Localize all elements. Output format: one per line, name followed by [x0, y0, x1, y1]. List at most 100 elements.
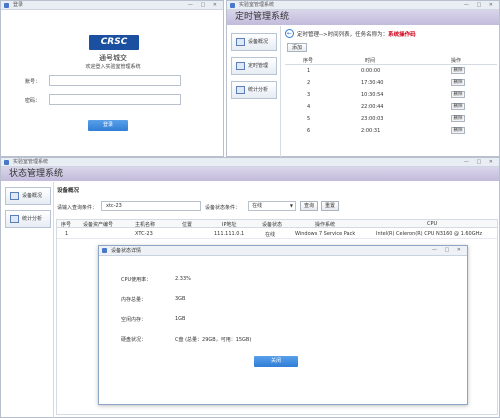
state-label: 设备状态条件：: [205, 205, 241, 211]
breadcrumb: 定时管理-->时间列表，任务名称为：系统操作码: [297, 30, 416, 38]
sidebar-divider: [53, 182, 54, 418]
add-button[interactable]: 添加: [287, 43, 307, 52]
col-host: 主机名称: [135, 222, 156, 228]
delete-button[interactable]: 删除: [451, 115, 465, 122]
query-input[interactable]: xtc-23: [101, 201, 201, 211]
nav-label: 统计分析: [248, 87, 269, 93]
state-select-value: 在线: [252, 203, 263, 209]
login-window-title: 登录: [13, 2, 24, 8]
timer-titlebar: 实验室管理系统 — □ ✕: [227, 1, 499, 10]
dialog-title: 设备状态详情: [111, 248, 142, 254]
table-row: 6 2:00:31 删除: [285, 125, 497, 137]
delete-button[interactable]: 删除: [451, 91, 465, 98]
cell-seq: 6: [307, 128, 311, 134]
cell-time: 22:00:44: [361, 104, 384, 110]
nav-label: 定时管理: [248, 63, 269, 69]
cell-seq: 1: [65, 231, 69, 237]
mem-value: 3GB: [175, 296, 186, 302]
chevron-down-icon: ▼: [289, 203, 293, 208]
query-button[interactable]: 查询: [300, 201, 318, 211]
delete-button[interactable]: 删除: [451, 127, 465, 134]
back-arrow-icon[interactable]: ←: [285, 29, 294, 38]
nav-device-overview[interactable]: 设备概况: [5, 187, 51, 205]
close-button[interactable]: 关闭: [254, 356, 298, 367]
window-controls[interactable]: — □ ✕: [188, 1, 220, 10]
task-name: 系统操作码: [388, 32, 416, 38]
col-seq: 序号: [303, 58, 314, 64]
mem-label: 内存总量：: [121, 297, 147, 303]
cell-seq: 2: [307, 80, 311, 86]
status-window: 实验室管理系统 — □ ✕ 状态管理系统 设备概况 统计分析 设备概况 请输入查…: [0, 157, 500, 418]
device-status-dialog: 设备状态详情 — □ ✕ CPU使用率： 2.33% 内存总量： 3GB 空闲内…: [98, 245, 468, 405]
login-window: 登录 — □ ✕ CRSC 通号城交 欢迎登入实验室管理系统 账号： 密码： 登…: [0, 0, 224, 157]
cell-cpu: Intel(R) Celeron(R) CPU N3160 @ 1.60GHz: [376, 231, 482, 237]
col-state: 设备状态: [262, 222, 283, 228]
section-title: 设备概况: [57, 188, 80, 194]
table-row: 2 17:30:40 删除: [285, 77, 497, 89]
nav-stats[interactable]: 统计分析: [5, 210, 51, 228]
delete-button[interactable]: 删除: [451, 79, 465, 86]
cell-time: 17:30:40: [361, 80, 384, 86]
state-select[interactable]: 在线 ▼: [248, 201, 296, 211]
welcome-text: 欢迎登入实验室管理系统: [85, 64, 141, 70]
table-row: 5 23:00:03 删除: [285, 113, 497, 125]
sidebar-divider: [280, 26, 281, 157]
window-controls[interactable]: — □ ✕: [464, 158, 496, 167]
cell-ip: 111.111.0.1: [214, 231, 245, 237]
password-label: 密码：: [25, 98, 41, 104]
status-titlebar: 实验室管理系统 — □ ✕: [1, 158, 499, 167]
col-op: 操作: [451, 58, 462, 64]
nav-timer-manage[interactable]: 定时管理: [231, 57, 277, 75]
cell-time: 0:00:00: [361, 68, 381, 74]
monitor-icon: [10, 192, 19, 200]
nav-label: 设备概况: [248, 39, 269, 45]
chart-icon: [236, 86, 245, 94]
cell-state: 在线: [265, 232, 276, 238]
login-button[interactable]: 登录: [88, 120, 128, 131]
reset-button[interactable]: 重置: [321, 201, 339, 211]
cell-seq: 1: [307, 68, 311, 74]
col-os: 操作系统: [315, 222, 336, 228]
account-label: 账号：: [25, 79, 41, 85]
window-controls[interactable]: — □ ✕: [432, 246, 464, 255]
nav-device-overview[interactable]: 设备概况: [231, 33, 277, 51]
password-input[interactable]: [49, 94, 181, 105]
app-icon: [4, 3, 9, 8]
cell-time: 23:00:03: [361, 116, 384, 122]
nav-label: 统计分析: [22, 216, 43, 222]
cell-seq: 5: [307, 116, 311, 122]
nav-label: 设备概况: [22, 193, 43, 199]
col-time: 时间: [365, 58, 376, 64]
timer-header: 定时管理系统: [227, 10, 499, 25]
col-seq: 序号: [61, 222, 72, 228]
delete-button[interactable]: 删除: [451, 67, 465, 74]
window-controls[interactable]: — □ ✕: [464, 1, 496, 10]
app-icon: [230, 3, 235, 8]
dialog-titlebar: 设备状态详情 — □ ✕: [99, 246, 467, 256]
timer-table: 序号 时间 操作 1 0:00:00 删除 2 17:30:40 删除 3 10…: [285, 57, 497, 137]
cpu-label: CPU使用率：: [121, 277, 152, 283]
table-header: 序号 设备资产编号 主机名称 位置 IP地址 设备状态 操作系统 CPU: [57, 220, 497, 228]
cpu-value: 2.33%: [175, 276, 191, 282]
cell-seq: 3: [307, 92, 311, 98]
disk-label: 硬盘状况：: [121, 337, 147, 343]
col-cpu: CPU: [427, 221, 438, 227]
cell-seq: 4: [307, 104, 311, 110]
timer-window: 实验室管理系统 — □ ✕ 定时管理系统 设备概况 定时管理 统计分析 ← 定时…: [226, 0, 500, 157]
company-name: 通号城交: [99, 54, 127, 62]
table-row[interactable]: 1 XTC-23 111.111.0.1 在线 Windows 7 Servic…: [57, 228, 497, 239]
table-row: 3 10:30:54 删除: [285, 89, 497, 101]
disk-value: C盘 (总量：29GB，可用：15GB): [175, 337, 252, 343]
delete-button[interactable]: 删除: [451, 103, 465, 110]
app-icon: [4, 160, 9, 165]
account-input[interactable]: [49, 75, 181, 86]
status-window-title: 实验室管理系统: [13, 159, 49, 165]
breadcrumb-text: 定时管理-->时间列表，任务名称为：: [297, 32, 389, 38]
col-ip: IP地址: [222, 222, 237, 228]
free-mem-value: 1GB: [175, 316, 186, 322]
nav-stats[interactable]: 统计分析: [231, 81, 277, 99]
cell-time: 10:30:54: [361, 92, 384, 98]
table-row: 1 0:00:00 删除: [285, 65, 497, 77]
query-label: 请输入查询条件：: [57, 205, 98, 211]
status-header: 状态管理系统: [1, 167, 499, 181]
